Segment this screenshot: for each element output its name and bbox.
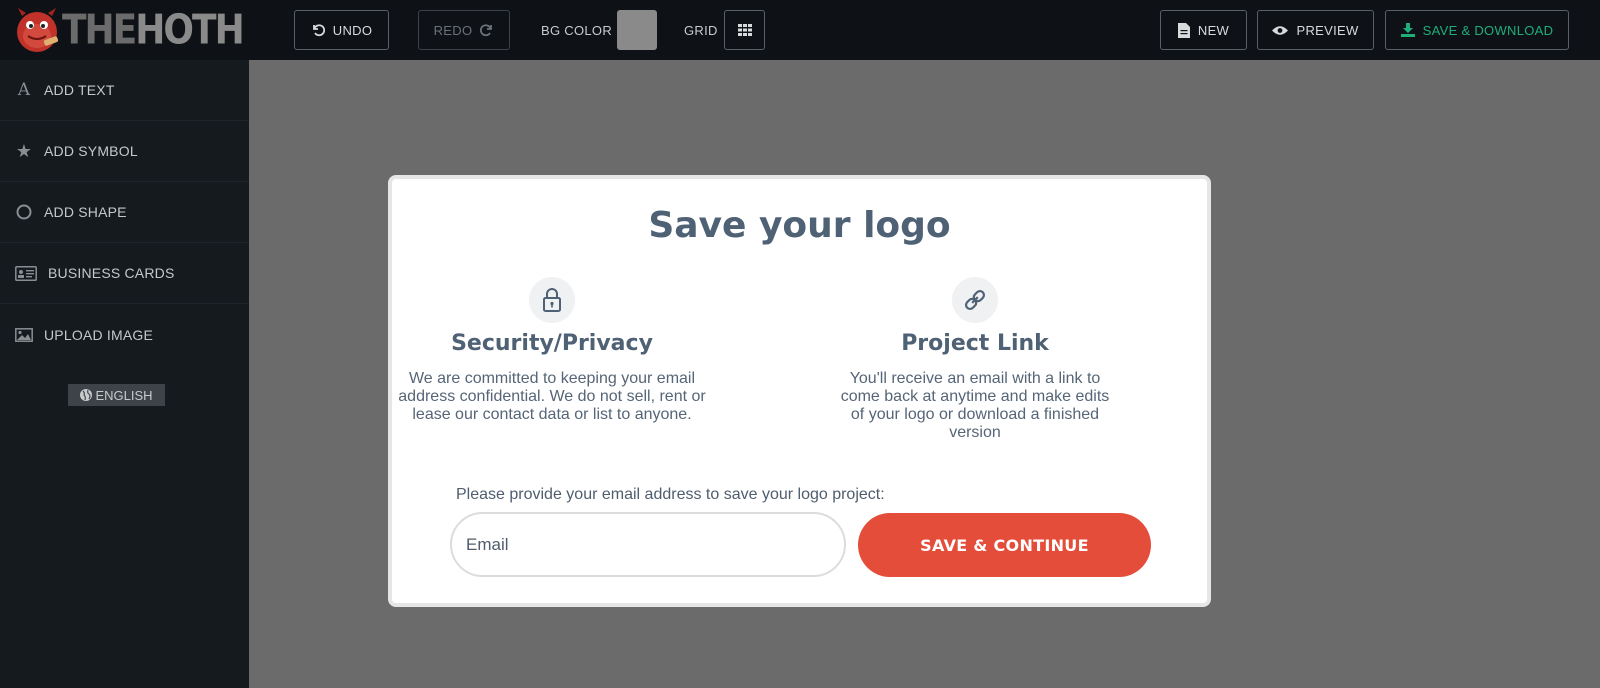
brand-the: THE — [62, 6, 137, 54]
brand-hoth: HOTH — [135, 6, 244, 54]
star-icon: ★ — [15, 140, 33, 161]
bg-color-label: BG COLOR — [541, 23, 613, 38]
hoth-mascot-icon — [17, 8, 59, 52]
grid-toggle-button[interactable] — [724, 10, 765, 50]
security-title: Security/Privacy — [451, 331, 653, 356]
email-input[interactable] — [450, 512, 846, 577]
lock-icon — [529, 277, 575, 323]
security-text: We are committed to keeping your email a… — [398, 370, 706, 423]
sidebar-item-label: ADD SYMBOL — [44, 143, 138, 159]
security-section: Security/Privacy We are committed to kee… — [387, 277, 717, 424]
sidebar-item-add-symbol[interactable]: ★ ADD SYMBOL — [0, 121, 249, 182]
sidebar-item-add-text[interactable]: A ADD TEXT — [0, 60, 249, 121]
sidebar-item-add-shape[interactable]: ADD SHAPE — [0, 182, 249, 243]
grid-icon — [737, 24, 752, 36]
preview-button[interactable]: PREVIEW — [1257, 10, 1374, 50]
circle-icon — [14, 202, 34, 222]
new-button[interactable]: NEW — [1160, 10, 1247, 50]
save-logo-modal: Save your logo Security/Privacy We are c… — [388, 175, 1211, 607]
undo-icon — [312, 24, 325, 37]
grid-label: GRID — [684, 23, 718, 38]
link-icon — [952, 277, 998, 323]
sidebar-item-upload-image[interactable]: UPLOAD IMAGE — [0, 304, 249, 365]
preview-label: PREVIEW — [1296, 22, 1359, 38]
undo-label: UNDO — [332, 22, 373, 38]
sidebar-item-business-cards[interactable]: BUSINESS CARDS — [0, 243, 249, 304]
project-link-text: You'll receive an email with a link to c… — [840, 370, 1110, 441]
id-card-icon — [14, 263, 38, 283]
sidebar-item-label: ADD TEXT — [44, 82, 115, 98]
bg-color-swatch[interactable] — [617, 10, 657, 50]
sidebar-item-label: ADD SHAPE — [44, 204, 127, 220]
file-icon — [1177, 22, 1190, 38]
project-link-section: Project Link You'll receive an email wit… — [810, 277, 1140, 442]
undo-button[interactable]: UNDO — [294, 10, 389, 50]
email-prompt: Please provide your email address to sav… — [456, 486, 885, 503]
redo-icon — [480, 24, 493, 37]
brand-logo[interactable]: THEHOTH — [14, 6, 245, 54]
sidebar-item-label: BUSINESS CARDS — [48, 265, 175, 281]
globe-icon — [80, 389, 93, 401]
eye-icon — [1272, 25, 1289, 35]
language-selector[interactable]: ENGLISH — [68, 384, 165, 406]
project-link-title: Project Link — [901, 331, 1049, 356]
top-toolbar: THEHOTH UNDO REDO BG COLOR GRID NEW PREV… — [0, 0, 1600, 60]
download-icon — [1400, 23, 1415, 37]
new-label: NEW — [1197, 22, 1230, 38]
language-label: ENGLISH — [95, 387, 153, 403]
redo-button[interactable]: REDO — [418, 10, 510, 50]
sidebar: A ADD TEXT ★ ADD SYMBOL ADD SHAPE BUSINE… — [0, 60, 249, 688]
redo-label: REDO — [433, 22, 473, 38]
sidebar-item-label: UPLOAD IMAGE — [44, 326, 153, 343]
brand-wordmark: THEHOTH — [62, 6, 245, 54]
letter-a-icon: A — [17, 80, 31, 100]
modal-title: Save your logo — [648, 205, 951, 246]
save-download-label: SAVE & DOWNLOAD — [1422, 22, 1554, 38]
save-download-button[interactable]: SAVE & DOWNLOAD — [1385, 10, 1569, 50]
save-continue-button[interactable]: SAVE & CONTINUE — [858, 513, 1151, 577]
image-icon — [14, 325, 34, 345]
